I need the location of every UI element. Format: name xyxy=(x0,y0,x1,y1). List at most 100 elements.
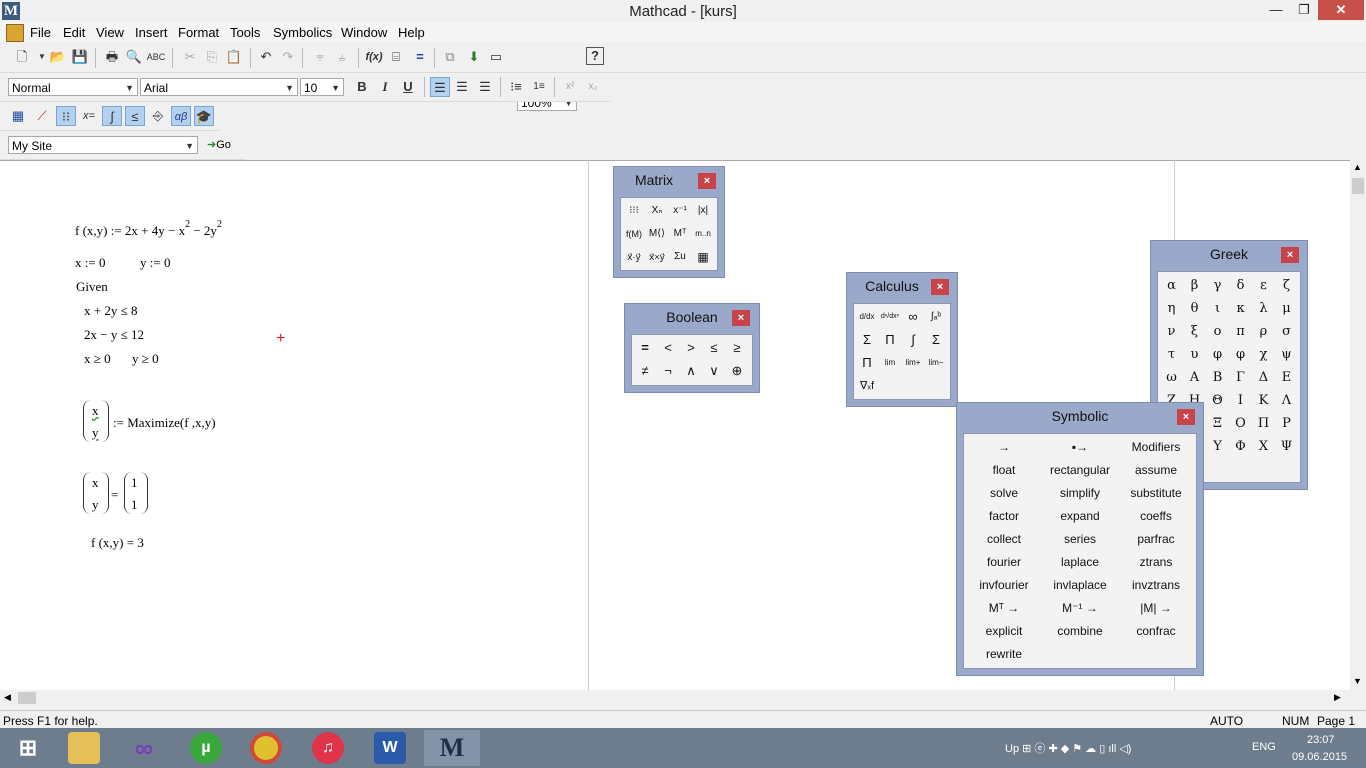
greek-letter-button[interactable]: μ xyxy=(1275,297,1298,320)
result-vector-x[interactable]: x xyxy=(92,475,99,491)
greek-letter-button[interactable]: τ xyxy=(1160,343,1183,366)
greek-letter-button[interactable]: Ρ xyxy=(1275,412,1298,435)
vector-x[interactable]: x xyxy=(92,403,99,419)
taskbar-word[interactable]: W xyxy=(362,730,418,766)
function-result[interactable]: f (x,y) = 3 xyxy=(91,535,144,551)
calc-nth-derivative-icon[interactable]: dⁿ/dxⁿ xyxy=(879,306,901,328)
calculus-toolbar-icon[interactable]: ∫ xyxy=(102,106,122,126)
align-right-icon[interactable]: ☰ xyxy=(475,77,495,97)
matrix-palette[interactable]: Matrix × ⁝⁝⁝ Xₙ x⁻¹ |x| f(M) M⟨⟩ Mᵀ m..n… xyxy=(613,166,725,278)
taskbar-utorrent[interactable]: µ xyxy=(178,730,234,766)
help-icon[interactable]: ? xyxy=(586,47,604,65)
menu-window[interactable]: Window xyxy=(341,25,387,40)
calc-range-sum-icon[interactable]: Σ xyxy=(925,329,947,351)
symbolic-keyword-button[interactable]: substitute xyxy=(1118,482,1194,505)
calc-derivative-icon[interactable]: d/dx xyxy=(856,306,878,328)
window-icon[interactable]: ▭ xyxy=(486,47,506,67)
boolean-palette[interactable]: Boolean × = < > ≤ ≥ ≠ ¬ ∧ ∨ ⊕ xyxy=(624,303,760,393)
evaluation-icon[interactable]: x= xyxy=(79,106,99,126)
greek-letter-button[interactable]: Υ xyxy=(1206,435,1229,458)
cut-icon[interactable]: ✂ xyxy=(180,47,200,67)
symbolic-keyword-button[interactable]: M⁻¹ → xyxy=(1042,597,1118,620)
greek-letter-button[interactable]: λ xyxy=(1252,297,1275,320)
symbolic-keyword-button[interactable]: Mᵀ → xyxy=(966,597,1042,620)
symbolic-keyword-button[interactable]: factor xyxy=(966,505,1042,528)
symbolic-keyword-button[interactable]: float xyxy=(966,459,1042,482)
align-down-icon[interactable]: ⫨ xyxy=(332,47,352,67)
bool-or-icon[interactable]: ∨ xyxy=(703,360,725,382)
boolean-toolbar-icon[interactable]: ≤ xyxy=(125,106,145,126)
greek-letter-button[interactable]: ξ xyxy=(1183,320,1206,343)
x-init[interactable]: x := 0 xyxy=(75,255,105,271)
matrix-vector-sum-icon[interactable]: Σu xyxy=(669,246,691,268)
symbolic-keyword-button[interactable]: ▪→ xyxy=(1042,436,1118,459)
calc-integral-icon[interactable]: ∫ xyxy=(902,329,924,351)
greek-letter-button[interactable]: ζ xyxy=(1275,274,1298,297)
greek-toolbar-icon[interactable]: αβ xyxy=(171,106,191,126)
scroll-thumb[interactable] xyxy=(18,692,36,704)
symbolic-keyword-button[interactable]: confrac xyxy=(1118,620,1194,643)
symbolic-keyword-button[interactable]: coeffs xyxy=(1118,505,1194,528)
menu-help[interactable]: Help xyxy=(398,25,425,40)
function-definition[interactable]: f (x,y) := 2x + 4y − x2 − 2y2 xyxy=(75,219,222,239)
resource-center-icon[interactable]: ⬇ xyxy=(464,47,484,67)
greek-letter-button[interactable]: ε xyxy=(1252,274,1275,297)
greek-letter-button[interactable]: ρ xyxy=(1252,320,1275,343)
symbolic-keyword-button[interactable]: |M| → xyxy=(1118,597,1194,620)
result-value-2[interactable]: 1 xyxy=(131,497,138,513)
subscript-icon[interactable]: x₂ xyxy=(583,77,603,97)
symbolic-keyword-button[interactable]: rewrite xyxy=(966,643,1042,666)
matrix-column-icon[interactable]: M⟨⟩ xyxy=(646,223,668,245)
calc-summation-icon[interactable]: Σ xyxy=(856,329,878,351)
bool-less-icon[interactable]: < xyxy=(657,337,679,359)
bool-xor-icon[interactable]: ⊕ xyxy=(726,360,748,382)
calc-range-product-icon[interactable]: Π xyxy=(856,352,878,374)
symbolic-keyword-button[interactable]: → xyxy=(966,436,1042,459)
insert-function-icon[interactable]: f(x) xyxy=(364,47,384,67)
scroll-left-icon[interactable]: ◀ xyxy=(4,692,11,703)
graph-icon[interactable]: ⟋ xyxy=(32,106,52,126)
symbolic-keyword-button[interactable]: fourier xyxy=(966,551,1042,574)
symbolic-keyword-button[interactable]: combine xyxy=(1042,620,1118,643)
calc-infinity-icon[interactable]: ∞ xyxy=(902,306,924,328)
calc-product-icon[interactable]: Π xyxy=(879,329,901,351)
greek-letter-button[interactable]: Α xyxy=(1183,366,1206,389)
greek-letter-button[interactable]: Ξ xyxy=(1206,412,1229,435)
greek-letter-button[interactable]: Θ xyxy=(1206,389,1229,412)
bool-and-icon[interactable]: ∧ xyxy=(680,360,702,382)
symbolic-keyword-button[interactable]: rectangular xyxy=(1042,459,1118,482)
copy-icon[interactable]: ⎘ xyxy=(202,47,222,67)
bool-greater-icon[interactable]: > xyxy=(680,337,702,359)
align-top-icon[interactable]: ⫧ xyxy=(310,47,330,67)
greek-letter-button[interactable]: φ xyxy=(1206,343,1229,366)
align-left-icon[interactable]: ☰ xyxy=(430,77,450,97)
symbolic-keyword-button[interactable]: simplify xyxy=(1042,482,1118,505)
greek-letter-button[interactable]: Δ xyxy=(1252,366,1275,389)
symbolic-keyword-button[interactable]: collect xyxy=(966,528,1042,551)
greek-letter-button[interactable]: Φ xyxy=(1229,435,1252,458)
symbolic-palette[interactable]: Symbolic × → ▪→ Modifiers float rectangular a… xyxy=(956,402,1204,676)
vertical-scrollbar[interactable]: ▲ ▼ xyxy=(1350,160,1366,690)
greek-letter-button[interactable]: σ xyxy=(1275,320,1298,343)
menu-file[interactable]: File xyxy=(30,25,51,40)
matrix-range-icon[interactable]: m..n xyxy=(692,223,714,245)
scroll-right-icon[interactable]: ▶ xyxy=(1334,692,1341,703)
menu-symbolics[interactable]: Symbolics xyxy=(273,25,332,40)
menu-insert[interactable]: Insert xyxy=(135,25,168,40)
tray-date[interactable]: 09.06.2015 xyxy=(1292,751,1347,763)
constraint-3a[interactable]: x ≥ 0 xyxy=(84,351,111,367)
tray-time[interactable]: 23:07 xyxy=(1307,734,1335,746)
matrix-picture-icon[interactable]: ▦ xyxy=(692,246,714,268)
bullets-icon[interactable]: ⁝≡ xyxy=(506,77,526,97)
taskbar-explorer[interactable] xyxy=(56,730,112,766)
bool-greater-equal-icon[interactable]: ≥ xyxy=(726,337,748,359)
greek-letter-button[interactable]: φ xyxy=(1229,343,1252,366)
y-init[interactable]: y := 0 xyxy=(140,255,170,271)
matrix-transpose-icon[interactable]: Mᵀ xyxy=(669,223,691,245)
font-size-select[interactable]: 10 ▼ xyxy=(300,78,344,96)
greek-letter-button[interactable]: β xyxy=(1183,274,1206,297)
greek-letter-button[interactable]: Ο xyxy=(1229,412,1252,435)
bool-equal-icon[interactable]: = xyxy=(634,337,656,359)
greek-letter-button[interactable]: η xyxy=(1160,297,1183,320)
taskbar-chrome[interactable] xyxy=(238,730,294,766)
